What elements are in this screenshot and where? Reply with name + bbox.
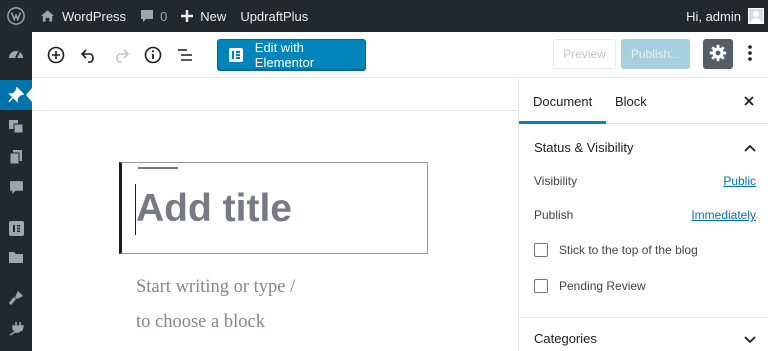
- post-title-block[interactable]: Add title: [119, 162, 428, 254]
- sticky-label: Stick to the top of the blog: [559, 243, 698, 257]
- sticky-option[interactable]: Stick to the top of the blog: [534, 243, 698, 257]
- comments-count: 0: [160, 8, 168, 24]
- home-icon: [40, 9, 55, 23]
- undo-icon[interactable]: [77, 43, 101, 67]
- sidebar-tabs: Document Block: [519, 79, 768, 124]
- paragraph-block-placeholder[interactable]: Start writing or type / to choose a bloc…: [136, 270, 336, 340]
- folder-icon[interactable]: [0, 242, 32, 272]
- visibility-link[interactable]: Public: [723, 174, 756, 188]
- comment-icon: [140, 9, 154, 23]
- pin-icon[interactable]: [0, 80, 32, 110]
- publish-button[interactable]: Publish...: [621, 39, 690, 69]
- new-label: New: [200, 8, 227, 24]
- chevron-down-icon: [744, 332, 756, 347]
- new-content-link[interactable]: New: [174, 0, 233, 32]
- tab-block[interactable]: Block: [601, 79, 661, 124]
- site-name-label: WordPress: [62, 8, 127, 24]
- editor-toolbar: Edit with Elementor Preview Publish...: [32, 32, 768, 78]
- tab-document[interactable]: Document: [519, 79, 606, 124]
- appearance-icon[interactable]: [0, 283, 32, 313]
- publish-label: Publish...: [630, 47, 681, 61]
- outline-icon[interactable]: [173, 43, 197, 67]
- media-icon[interactable]: [0, 111, 32, 141]
- avatar: [748, 8, 764, 24]
- plus-icon: [181, 10, 194, 22]
- post-title-input[interactable]: Add title: [136, 187, 292, 231]
- pending-review-checkbox[interactable]: [534, 279, 548, 293]
- publish-row-label: Publish: [534, 208, 574, 222]
- gear-icon: [709, 44, 727, 65]
- admin-bar: WordPress 0 New UpdraftPlus Hi, admin: [0, 0, 768, 32]
- paragraph-placeholder-line-1: Start writing or type /: [136, 277, 296, 297]
- elementor-logo-icon: [229, 47, 243, 62]
- tab-document-label: Document: [533, 94, 593, 109]
- block-toolbar-stub: [138, 167, 178, 169]
- pages-icon[interactable]: [0, 142, 32, 172]
- paragraph-placeholder-line-2: to choose a block: [136, 312, 265, 332]
- account-menu[interactable]: Hi, admin: [679, 0, 768, 32]
- close-sidebar-button[interactable]: [742, 94, 756, 108]
- updraftplus-link[interactable]: UpdraftPlus: [233, 0, 315, 32]
- site-name-link[interactable]: WordPress: [33, 0, 133, 32]
- preview-label: Preview: [563, 47, 606, 61]
- settings-sidebar: Document Block Status & Visibility Visib…: [518, 79, 768, 351]
- dashboard-icon[interactable]: [0, 39, 32, 69]
- visibility-label: Visibility: [534, 174, 578, 188]
- content-divider: [32, 110, 518, 111]
- more-vertical-icon: [748, 44, 752, 65]
- edit-with-elementor-label: Edit with Elementor: [254, 39, 315, 70]
- wordpress-logo-icon: [7, 7, 25, 25]
- wordpress-logo-button[interactable]: [0, 0, 33, 32]
- comments-icon[interactable]: [0, 172, 32, 202]
- add-block-icon[interactable]: [44, 43, 68, 67]
- status-visibility-panel-toggle[interactable]: Status & Visibility: [519, 124, 768, 170]
- status-visibility-title: Status & Visibility: [534, 139, 634, 155]
- publish-date-link[interactable]: Immediately: [691, 208, 756, 222]
- comments-link[interactable]: 0: [133, 0, 174, 32]
- chevron-up-icon: [744, 140, 756, 155]
- categories-title: Categories: [534, 330, 597, 346]
- preview-button[interactable]: Preview: [553, 39, 616, 69]
- elementor-icon[interactable]: [0, 213, 32, 243]
- settings-button[interactable]: [703, 39, 733, 69]
- info-icon[interactable]: [141, 43, 165, 67]
- pending-review-label: Pending Review: [559, 279, 646, 293]
- more-menu-button[interactable]: [738, 39, 762, 69]
- editor-canvas: Add title Start writing or type / to cho…: [32, 79, 518, 351]
- admin-menu: [0, 32, 32, 351]
- sticky-checkbox[interactable]: [534, 243, 548, 257]
- plugins-icon[interactable]: [0, 313, 32, 343]
- tab-block-label: Block: [615, 94, 647, 109]
- close-icon: [744, 94, 754, 109]
- categories-panel-toggle[interactable]: Categories: [519, 309, 768, 351]
- updraftplus-label: UpdraftPlus: [240, 8, 309, 24]
- pending-review-option[interactable]: Pending Review: [534, 279, 646, 293]
- redo-icon[interactable]: [109, 43, 133, 67]
- greeting-label: Hi, admin: [686, 8, 741, 24]
- edit-with-elementor-button[interactable]: Edit with Elementor: [217, 39, 366, 70]
